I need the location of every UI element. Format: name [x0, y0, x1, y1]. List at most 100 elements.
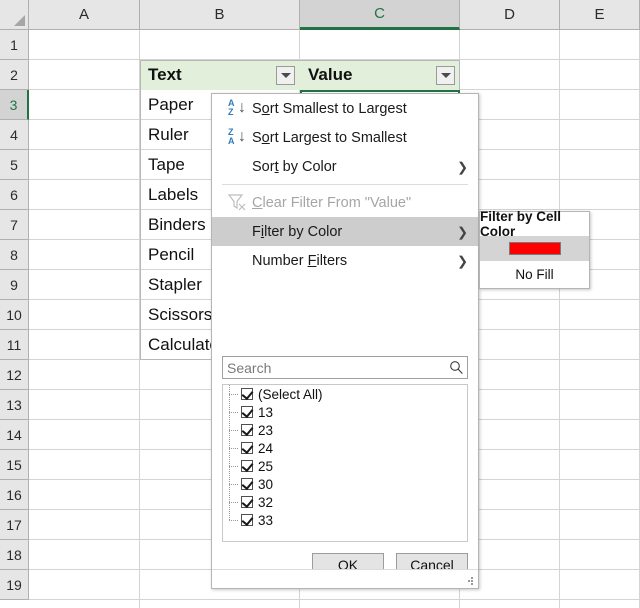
menu-item-clear-filter-from-value: Clear Filter From "Value" [212, 188, 478, 217]
tree-stub [229, 502, 238, 503]
filter-list-item[interactable]: 30 [223, 475, 467, 493]
filter-item-label: 25 [258, 458, 274, 474]
filter-menu-list: A Z ↓ Sort Smallest to Largest Z A ↓ Sort Large… [212, 94, 478, 275]
row-header-8[interactable]: 8 [0, 240, 29, 270]
chevron-right-icon: ❯ [457, 159, 468, 174]
row-header-19[interactable]: 19 [0, 570, 29, 600]
filter-item-checkbox[interactable] [241, 387, 254, 401]
check-icon [241, 477, 254, 491]
row-header-3[interactable]: 3 [0, 90, 29, 120]
row-header-11[interactable]: 11 [0, 330, 29, 360]
tree-stub [229, 466, 238, 467]
filter-search-box[interactable] [222, 356, 468, 379]
filter-item-checkbox[interactable] [241, 405, 254, 419]
row-header-5[interactable]: 5 [0, 150, 29, 180]
filter-item-checkbox[interactable] [241, 459, 254, 473]
chevron-right-icon: ❯ [457, 224, 468, 239]
row-header-17[interactable]: 17 [0, 510, 29, 540]
check-icon [241, 423, 254, 437]
select-all-triangle-icon [14, 15, 25, 26]
row-header-14[interactable]: 14 [0, 420, 29, 450]
submenu-color-option[interactable] [480, 236, 589, 261]
column-header-d[interactable]: D [460, 0, 560, 30]
search-input[interactable] [223, 357, 445, 378]
filter-list-item[interactable]: 33 [223, 511, 467, 529]
filter-item-checkbox[interactable] [241, 441, 254, 455]
column-header-b[interactable]: B [140, 0, 300, 30]
dialog-footer [212, 569, 478, 588]
row-header-2[interactable]: 2 [0, 60, 29, 90]
red-color-swatch[interactable] [508, 242, 561, 255]
sort-az-icon: A Z ↓ [228, 97, 246, 117]
filter-item-label: 13 [258, 404, 274, 420]
menu-item-label: Sort Largest to Smallest [252, 129, 407, 146]
menu-item-filter-by-color[interactable]: Filter by Color ❯ [212, 217, 478, 246]
row-header-16[interactable]: 16 [0, 480, 29, 510]
row-header-7[interactable]: 7 [0, 210, 29, 240]
row-header-1[interactable]: 1 [0, 30, 29, 60]
tree-stub [229, 448, 238, 449]
menu-item-sort-smallest-to-largest[interactable]: A Z ↓ Sort Smallest to Largest [212, 94, 478, 123]
filter-by-color-submenu: Filter by Cell Color No Fill [479, 209, 590, 289]
tree-line [229, 511, 230, 520]
filter-list-item[interactable]: 25 [223, 457, 467, 475]
row-header-18[interactable]: 18 [0, 540, 29, 570]
filter-item-checkbox[interactable] [241, 495, 254, 509]
row-header-10[interactable]: 10 [0, 300, 29, 330]
row-header-6[interactable]: 6 [0, 180, 29, 210]
check-icon [241, 441, 254, 455]
check-icon [241, 459, 254, 473]
column-header-c[interactable]: C [300, 0, 460, 30]
row-header-4[interactable]: 4 [0, 120, 29, 150]
select-all-corner[interactable] [0, 0, 29, 30]
row-header-12[interactable]: 12 [0, 360, 29, 390]
clear-filter-icon [222, 194, 252, 211]
resize-grip-icon[interactable] [466, 577, 474, 585]
filter-list-item[interactable]: 13 [223, 403, 467, 421]
filter-dropdown-panel: A Z ↓ Sort Smallest to Largest Z A ↓ Sort Large… [211, 93, 479, 589]
filter-list-item[interactable]: 32 [223, 493, 467, 511]
menu-item-sort-largest-to-smallest[interactable]: Z A ↓ Sort Largest to Smallest [212, 123, 478, 152]
tree-stub [229, 394, 238, 395]
filter-item-label: 24 [258, 440, 274, 456]
filter-item-label: (Select All) [258, 386, 323, 402]
menu-item-label: Sort Smallest to Largest [252, 100, 407, 117]
gridline-vertical [559, 30, 560, 608]
tree-stub [229, 412, 238, 413]
tree-stub [229, 430, 238, 431]
row-header-13[interactable]: 13 [0, 390, 29, 420]
filter-button-value[interactable] [436, 66, 455, 85]
submenu-no-fill-option[interactable]: No Fill [480, 261, 589, 287]
filter-item-checkbox[interactable] [241, 513, 254, 527]
filter-item-label: 33 [258, 512, 274, 528]
tree-stub [229, 520, 238, 521]
filter-list-item[interactable]: 24 [223, 439, 467, 457]
check-icon [241, 495, 254, 509]
column-header-a[interactable]: A [29, 0, 140, 30]
row-header-15[interactable]: 15 [0, 450, 29, 480]
row-header-9[interactable]: 9 [0, 270, 29, 300]
sort-za-icon: Z A ↓ [228, 126, 246, 146]
filter-item-label: 30 [258, 476, 274, 492]
menu-item-number-filters[interactable]: Number Filters ❯ [212, 246, 478, 275]
filter-value-list[interactable]: (Select All) 13 23 24 25 30 32 33 [222, 384, 468, 542]
filter-item-label: 32 [258, 494, 274, 510]
menu-item-label: Sort by Color [252, 158, 337, 175]
menu-item-label: Clear Filter From "Value" [252, 194, 412, 211]
gridline-horizontal [29, 599, 640, 600]
chevron-right-icon: ❯ [457, 253, 468, 268]
filter-list-item[interactable]: 23 [223, 421, 467, 439]
check-icon [241, 513, 254, 527]
filter-item-checkbox[interactable] [241, 423, 254, 437]
menu-item-sort-by-color[interactable]: Sort by Color ❯ [212, 152, 478, 181]
filter-list-item[interactable]: (Select All) [223, 385, 467, 403]
chevron-down-icon [280, 73, 291, 78]
filter-item-label: 23 [258, 422, 274, 438]
submenu-title: Filter by Cell Color [480, 209, 562, 239]
search-icon [445, 360, 467, 375]
menu-item-label: Number Filters [252, 252, 348, 269]
column-header-e[interactable]: E [560, 0, 640, 30]
filter-button-text[interactable] [276, 66, 295, 85]
chevron-down-icon [440, 73, 451, 78]
filter-item-checkbox[interactable] [241, 477, 254, 491]
